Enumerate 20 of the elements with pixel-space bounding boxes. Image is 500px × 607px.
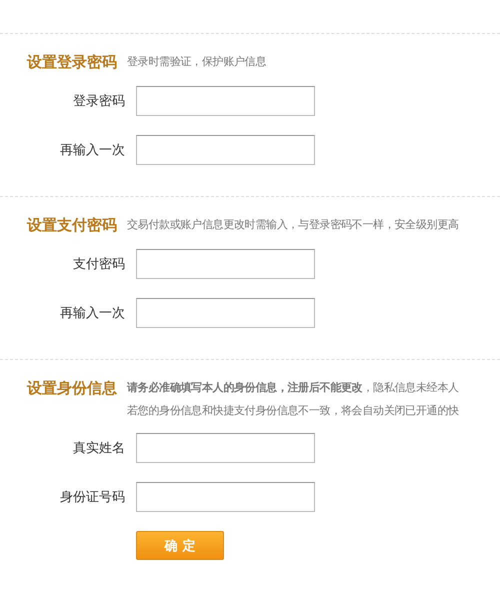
hint-text: 登录时需验证，保护账户信息 — [127, 54, 266, 70]
input-field[interactable] — [136, 298, 315, 328]
section-title: 设置登录密码 — [27, 52, 117, 72]
confirm-button[interactable]: 确 定 — [136, 531, 224, 560]
hint-text: 请务必准确填写本人的身份信息，注册后不能更改，隐私信息未经本人 — [127, 380, 459, 396]
field-label: 登录密码 — [72, 93, 125, 110]
field-label: 再输入一次 — [59, 305, 125, 322]
hint-text: 若您的身份信息和快捷支付身份信息不一致，将会自动关闭已开通的快 — [127, 403, 459, 419]
field-label: 再输入一次 — [59, 142, 125, 159]
input-field[interactable] — [136, 433, 315, 463]
input-field[interactable] — [136, 249, 315, 279]
field-label: 支付密码 — [72, 256, 125, 273]
section-title: 设置身份信息 — [27, 378, 117, 398]
field-label: 身份证号码 — [59, 489, 125, 506]
input-field[interactable] — [136, 135, 315, 165]
field-label: 真实姓名 — [72, 440, 125, 457]
hint-text: 交易付款或账户信息更改时需输入，与登录密码不一样，安全级别更高 — [127, 217, 459, 233]
section-title: 设置支付密码 — [27, 215, 117, 235]
input-field[interactable] — [136, 482, 315, 512]
input-field[interactable] — [136, 86, 315, 116]
